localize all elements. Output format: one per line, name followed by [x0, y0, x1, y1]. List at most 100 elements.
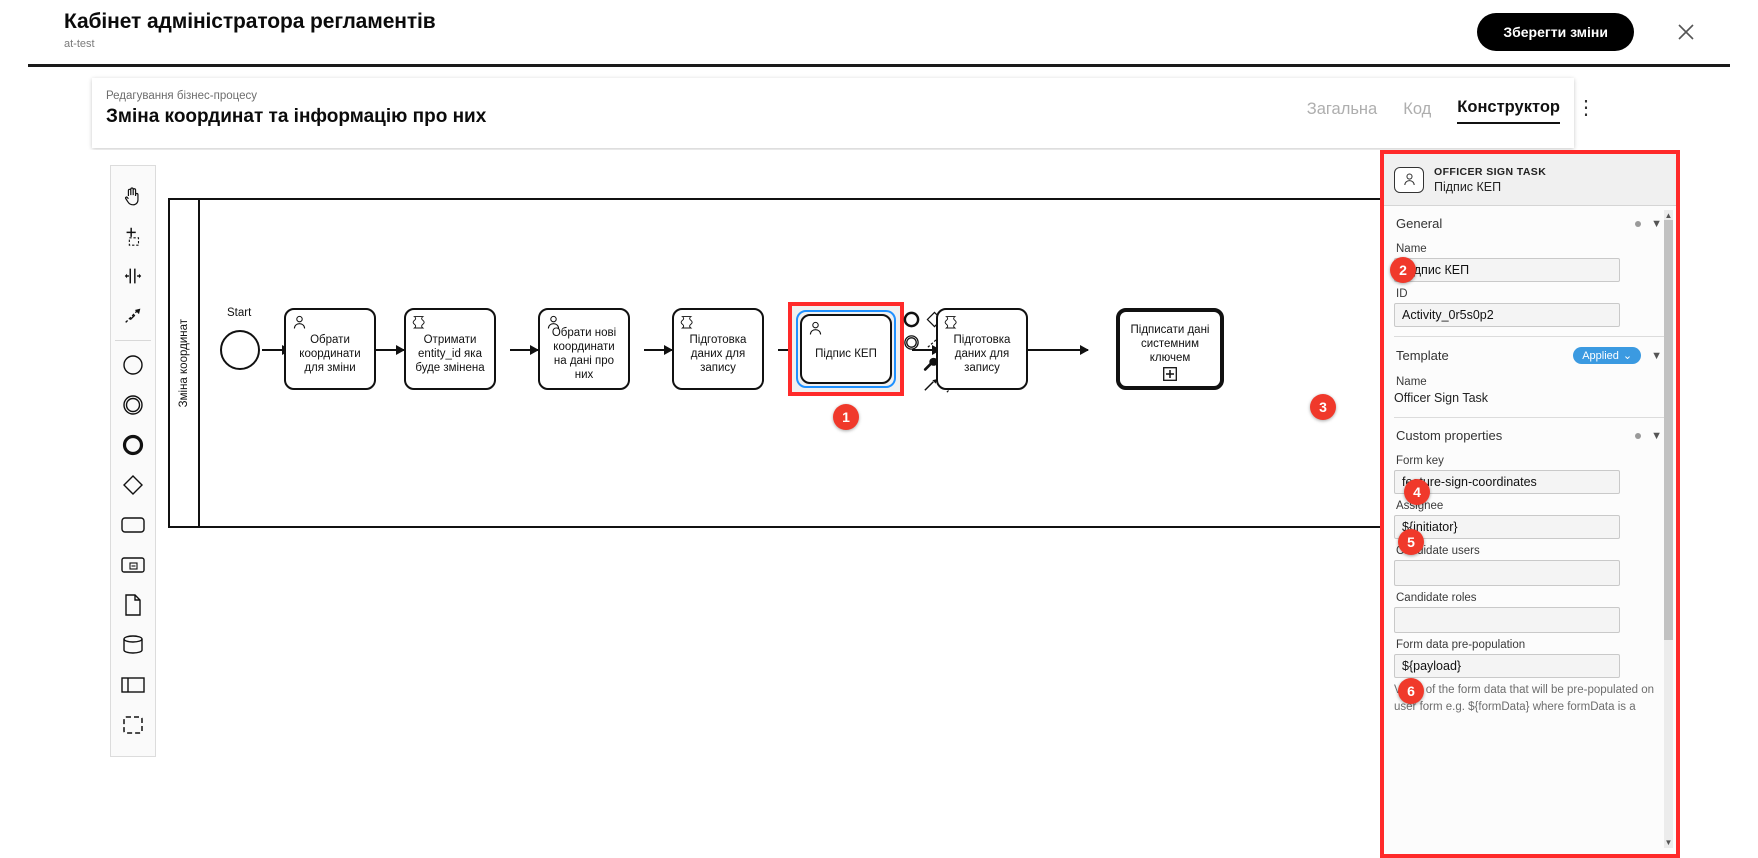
- task-label: Отримати entity_id яка буде змінена: [415, 333, 485, 374]
- form-data-prepopulation-field[interactable]: [1394, 654, 1620, 678]
- task-pidgotovka-danih-2[interactable]: Підготовка даних для запису: [936, 308, 1028, 390]
- task-label: Підписати дані системним ключем: [1130, 323, 1210, 364]
- task-pidgotovka-danih-1[interactable]: Підготовка даних для запису: [672, 308, 764, 390]
- template-applied-badge[interactable]: Applied ⌄: [1573, 347, 1642, 364]
- gateway-icon[interactable]: [113, 465, 153, 505]
- script-task-icon: [943, 314, 960, 331]
- id-field[interactable]: [1394, 303, 1620, 327]
- group-header-controls: ▼: [1635, 218, 1662, 230]
- callout-badge-2: 2: [1390, 257, 1416, 283]
- task-label: Підготовка даних для запису: [953, 333, 1011, 374]
- lane-label-text: Зміна координат: [178, 318, 190, 408]
- candidate-users-field[interactable]: [1394, 560, 1620, 586]
- chevron-down-icon: ⌄: [1622, 350, 1633, 362]
- script-task-icon: [679, 314, 696, 331]
- subprocess-pidpisati-dani[interactable]: Підписати дані системним ключем: [1116, 308, 1224, 390]
- template-applied-label: Applied: [1582, 349, 1619, 362]
- more-vertical-icon[interactable]: ⋮: [1576, 98, 1596, 118]
- header-divider: [28, 64, 1730, 67]
- bpmn-palette[interactable]: [110, 165, 156, 757]
- editor-tabs: Загальна Код Конструктор ⋮: [1307, 98, 1596, 124]
- chevron-down-icon[interactable]: ▼: [1651, 430, 1662, 442]
- template-name-value: Officer Sign Task: [1394, 391, 1489, 405]
- end-event-icon[interactable]: [113, 425, 153, 465]
- properties-panel-header: OFFICER SIGN TASK Підпис КЕП: [1384, 154, 1676, 206]
- task-obrati-koordinati[interactable]: Обрати координати для зміни: [284, 308, 376, 390]
- chevron-down-icon[interactable]: ▼: [1651, 350, 1662, 362]
- template-name-label: Name: [1396, 376, 1427, 388]
- start-event-icon[interactable]: [113, 345, 153, 385]
- group-title: General: [1396, 216, 1443, 231]
- append-end-event-icon[interactable]: [902, 310, 921, 329]
- app-header: Кабінет адміністратора регламентів at-te…: [0, 0, 1758, 66]
- user-task-icon: [545, 314, 562, 331]
- form-key-label: Form key: [1396, 455, 1444, 467]
- sequence-flow[interactable]: [1028, 345, 1089, 355]
- plus-box-icon[interactable]: [1163, 367, 1177, 385]
- page-title: Кабінет адміністратора регламентів: [64, 10, 436, 33]
- lasso-tool-icon[interactable]: [113, 216, 153, 256]
- candidate-users-label: Candidate users: [1396, 545, 1480, 557]
- properties-panel-body[interactable]: General ▼ Name ID Template Applied ⌄ ▼ N…: [1384, 206, 1676, 854]
- task-otrimati-entity-id[interactable]: Отримати entity_id яка буде змінена: [404, 308, 496, 390]
- callout-badge-3: 3: [1310, 394, 1336, 420]
- group-title: Template: [1396, 348, 1449, 363]
- task-pidpis-kep[interactable]: Підпис КЕП: [800, 314, 892, 384]
- scrollbar-thumb[interactable]: [1664, 220, 1673, 640]
- space-tool-icon[interactable]: [113, 256, 153, 296]
- close-icon[interactable]: [1672, 18, 1700, 46]
- sequence-flow[interactable]: [376, 345, 405, 355]
- task-icon[interactable]: [113, 505, 153, 545]
- task-obrati-novi-koordinati[interactable]: Обрати нові координати на дані про них: [538, 308, 630, 390]
- start-event[interactable]: [220, 330, 260, 370]
- assignee-field[interactable]: [1394, 515, 1620, 539]
- user-task-icon: [291, 314, 308, 331]
- task-label: Обрати координати для зміни: [299, 333, 361, 374]
- group-header-template[interactable]: Template Applied ⌄ ▼: [1394, 337, 1664, 370]
- group-icon[interactable]: [113, 705, 153, 745]
- data-store-icon[interactable]: [113, 625, 153, 665]
- properties-panel[interactable]: OFFICER SIGN TASK Підпис КЕП General ▼ N…: [1380, 150, 1680, 858]
- task-label: Підготовка даних для запису: [689, 333, 747, 374]
- group-header-controls: ▼: [1635, 430, 1662, 442]
- id-field-label: ID: [1396, 288, 1408, 300]
- callout-badge-1: 1: [833, 404, 859, 430]
- app-title-block: Кабінет адміністратора регламентів at-te…: [64, 10, 436, 50]
- sequence-flow[interactable]: [510, 345, 539, 355]
- breadcrumb: Редагування бізнес-процесу Зміна координ…: [106, 90, 486, 128]
- tab-constructor[interactable]: Конструктор: [1457, 98, 1560, 124]
- global-connect-tool-icon[interactable]: [113, 296, 153, 336]
- script-task-icon: [411, 314, 428, 331]
- element-template-type: OFFICER SIGN TASK: [1434, 165, 1547, 178]
- group-header-custom-properties[interactable]: Custom properties ▼: [1394, 418, 1664, 449]
- name-field[interactable]: [1394, 258, 1620, 282]
- intermediate-event-icon[interactable]: [113, 385, 153, 425]
- user-task-icon: [1394, 166, 1424, 193]
- sequence-flow[interactable]: [644, 345, 673, 355]
- assignee-label: Assignee: [1396, 500, 1444, 512]
- start-event-label: Start: [227, 307, 252, 319]
- palette-divider: [115, 340, 151, 341]
- append-intermediate-event-icon[interactable]: [902, 333, 921, 352]
- lane-label: Зміна координат: [170, 200, 200, 526]
- task-label: Обрати нові координати на дані про них: [551, 326, 617, 382]
- participant-icon[interactable]: [113, 665, 153, 705]
- tab-general[interactable]: Загальна: [1307, 100, 1378, 124]
- group-header-controls: Applied ⌄ ▼: [1573, 347, 1662, 364]
- properties-scrollbar[interactable]: ▲ ▼: [1664, 210, 1673, 848]
- group-title: Custom properties: [1396, 428, 1503, 443]
- group-header-general[interactable]: General ▼: [1394, 206, 1664, 237]
- callout-badge-5: 5: [1398, 529, 1424, 555]
- element-name: Підпис КЕП: [1434, 179, 1502, 194]
- chevron-down-icon[interactable]: ▼: [1651, 218, 1662, 230]
- name-field-label: Name: [1396, 243, 1427, 255]
- callout-badge-4: 4: [1404, 479, 1430, 505]
- save-button[interactable]: Зберегти зміни: [1477, 13, 1634, 51]
- tab-code[interactable]: Код: [1403, 100, 1431, 124]
- data-object-icon[interactable]: [113, 585, 153, 625]
- subprocess-icon[interactable]: [113, 545, 153, 585]
- scroll-down-icon[interactable]: ▼: [1664, 837, 1673, 848]
- candidate-roles-field[interactable]: [1394, 607, 1620, 633]
- group-status-dot: [1635, 220, 1642, 227]
- hand-tool-icon[interactable]: [113, 176, 153, 216]
